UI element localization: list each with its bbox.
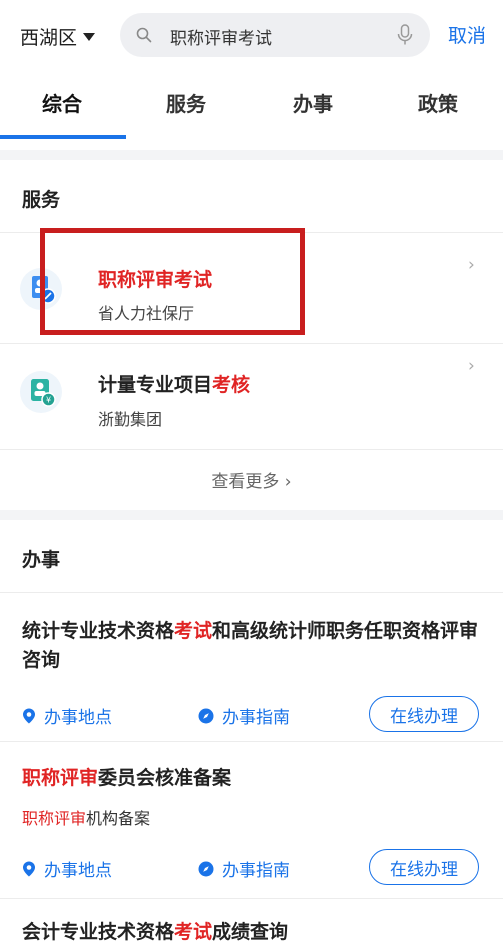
see-more-link[interactable]: 查看更多 › <box>0 467 503 492</box>
cancel-button[interactable]: 取消 <box>448 21 486 48</box>
region-label: 西湖区 <box>20 26 78 49</box>
tab-affairs[interactable]: 办事 <box>293 88 333 117</box>
services-section: 服务 职称评审考试 省人力社保厅 › ¥ 计量专业项目考核 浙勤集团 › 查看更… <box>0 160 503 510</box>
guide-link[interactable]: 办事指南 <box>198 856 290 881</box>
compass-icon <box>198 708 214 723</box>
microphone-icon[interactable] <box>396 24 414 46</box>
online-process-button[interactable]: 在线办理 <box>369 696 479 732</box>
location-pin-icon <box>23 708 35 723</box>
location-link[interactable]: 办事地点 <box>22 856 112 881</box>
compass-icon <box>198 861 214 876</box>
affair-item[interactable]: 统计专业技术资格考试和高级统计师职务任职资格评审咨询 办事地点 办事指南 在线办… <box>0 593 503 741</box>
divider <box>0 449 503 450</box>
affairs-section: 办事 统计专业技术资格考试和高级统计师职务任职资格评审咨询 办事地点 办事指南 … <box>0 520 503 941</box>
id-card-icon: ¥ <box>20 371 62 413</box>
affair-title[interactable]: 会计专业技术资格考试成绩查询 <box>22 918 482 941</box>
highlight-box <box>40 228 305 335</box>
location-link[interactable]: 办事地点 <box>22 703 112 728</box>
search-bar[interactable]: 职称评审考试 <box>120 13 430 57</box>
active-tab-indicator <box>0 135 126 139</box>
top-bar: 西湖区 职称评审考试 取消 综合 服务 办事 政策 <box>0 0 503 150</box>
online-process-button[interactable]: 在线办理 <box>369 849 479 885</box>
region-selector[interactable]: 西湖区 <box>20 22 96 50</box>
service-item[interactable]: ¥ 计量专业项目考核 浙勤集团 › <box>0 344 503 449</box>
chevron-right-icon: › <box>468 255 475 275</box>
location-pin-icon <box>23 861 35 876</box>
section-title: 服务 <box>22 189 61 211</box>
service-title: 计量专业项目考核 <box>98 374 251 396</box>
service-subtitle: 浙勤集团 <box>98 410 163 429</box>
caret-down-icon <box>83 33 96 41</box>
affair-item[interactable]: 职称评审委员会核准备案 职称评审机构备案 办事地点 办事指南 在线办理 <box>0 742 503 885</box>
section-title: 办事 <box>22 549 61 571</box>
search-input[interactable]: 职称评审考试 <box>170 24 272 49</box>
guide-link[interactable]: 办事指南 <box>198 703 290 728</box>
affair-subtitle: 职称评审机构备案 <box>22 809 151 828</box>
affair-title: 职称评审委员会核准备案 <box>22 767 232 789</box>
search-icon <box>136 27 152 43</box>
svg-text:¥: ¥ <box>46 396 51 405</box>
tab-bar: 综合 服务 办事 政策 <box>0 88 503 140</box>
divider <box>0 898 503 899</box>
tab-policies[interactable]: 政策 <box>418 88 458 117</box>
affair-title: 统计专业技术资格考试和高级统计师职务任职资格评审咨询 <box>22 620 479 671</box>
tab-services[interactable]: 服务 <box>166 88 206 117</box>
tab-all[interactable]: 综合 <box>42 88 82 117</box>
chevron-right-icon: › <box>468 356 475 376</box>
